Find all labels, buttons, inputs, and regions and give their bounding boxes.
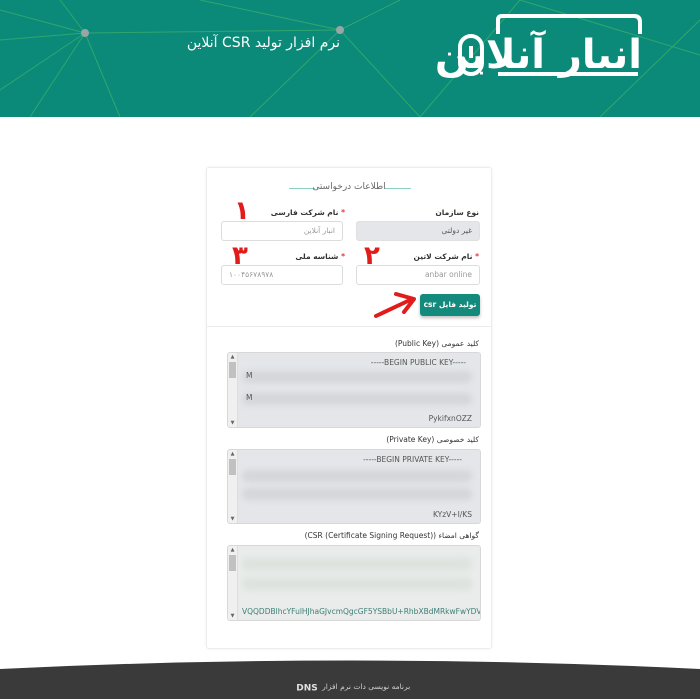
scrollbar[interactable]: ▲ ▼ [228, 450, 238, 523]
org-type-select[interactable]: غیر دولتی [356, 221, 480, 241]
csr-tail: VQQDDBlhcYFulHJhaGJvcmQgcGF5YSBbU+RhbXBd… [242, 607, 481, 616]
scroll-up-icon[interactable]: ▲ [228, 353, 237, 361]
scroll-up-icon[interactable]: ▲ [228, 546, 237, 554]
blurred-line [242, 558, 472, 570]
divider [207, 326, 491, 327]
scroll-up-icon[interactable]: ▲ [228, 450, 237, 458]
header-subtitle: نرم افزار تولید CSR آنلاین [186, 35, 340, 51]
annotation-arrow-icon [374, 292, 416, 318]
scroll-down-icon[interactable]: ▼ [228, 515, 237, 523]
private-key-header: -----BEGIN PRIVATE KEY----- [363, 455, 462, 464]
scroll-down-icon[interactable]: ▼ [228, 419, 237, 427]
public-key-header: -----BEGIN PUBLIC KEY----- [370, 358, 466, 367]
site-logo[interactable]: انبار آنلاین [435, 14, 643, 80]
company-fa-label-text: نام شرکت فارسی [270, 208, 339, 217]
csr-form-card: اطلاعات درخواستی نوع سازمان غیر دولتی * … [206, 167, 492, 649]
footer-credit-text: برنامه نویسی دات نرم افزار [322, 682, 411, 691]
public-key-line-start: M [246, 371, 253, 380]
svg-text:DNS: DNS [296, 684, 318, 693]
blurred-line [242, 393, 472, 405]
private-key-label: کلید خصوصی (Private Key) [386, 435, 479, 444]
blurred-line [242, 470, 472, 482]
private-key-textarea[interactable]: ▲ ▼ -----BEGIN PRIVATE KEY----- KYzV+I/K… [227, 449, 481, 524]
annotation-number-three: ۳ [232, 241, 248, 271]
blurred-line [242, 578, 472, 590]
company-en-label: * نام شرکت لاتین [414, 252, 479, 261]
node-dot [336, 26, 344, 34]
required-mark: * [341, 208, 345, 217]
header-banner: نرم افزار تولید CSR آنلاین انبار آنلاین [0, 0, 700, 117]
csr-textarea[interactable]: ▲ ▼ VQQDDBlhcYFulHJhaGJvcmQgcGF5YSBbU+Rh… [227, 545, 481, 621]
scroll-down-icon[interactable]: ▼ [228, 612, 237, 620]
dns-logo-icon: DNS [296, 684, 318, 693]
scroll-thumb[interactable] [229, 555, 236, 571]
annotation-number-two: ۲ [364, 241, 380, 271]
section-title: اطلاعات درخواستی [312, 182, 386, 192]
footer-credit[interactable]: برنامه نویسی دات نرم افزار DNS [0, 682, 700, 692]
company-en-label-text: نام شرکت لاتین [413, 252, 473, 261]
scrollbar[interactable]: ▲ ▼ [228, 353, 238, 427]
scroll-thumb[interactable] [229, 459, 236, 475]
org-type-label: نوع سازمان [435, 208, 479, 217]
csr-label: گواهی امضاء (CSR (Certificate Signing Re… [304, 531, 479, 540]
logo-text: انبار آنلاین [434, 32, 643, 78]
public-key-textarea[interactable]: ▲ ▼ -----BEGIN PUBLIC KEY----- M M Pykif… [227, 352, 481, 428]
public-key-line-start: M [246, 393, 253, 402]
national-id-label: * شناسه ملی [295, 252, 345, 261]
scrollbar[interactable]: ▲ ▼ [228, 546, 238, 620]
company-fa-label: * نام شرکت فارسی [271, 208, 345, 217]
required-mark: * [341, 252, 345, 261]
required-mark: * [475, 252, 479, 261]
national-id-label-text: شناسه ملی [295, 252, 339, 261]
generate-csr-button[interactable]: تولید فایل csr [420, 294, 480, 316]
private-key-tail: KYzV+I/KS [432, 510, 472, 519]
annotation-number-one: ۱ [234, 196, 250, 226]
blurred-line [242, 371, 472, 383]
public-key-tail: PykifxnOZZ [428, 414, 472, 423]
public-key-label: کلید عمومی (Public Key) [394, 339, 479, 348]
blurred-line [242, 488, 472, 500]
scroll-thumb[interactable] [229, 362, 236, 378]
